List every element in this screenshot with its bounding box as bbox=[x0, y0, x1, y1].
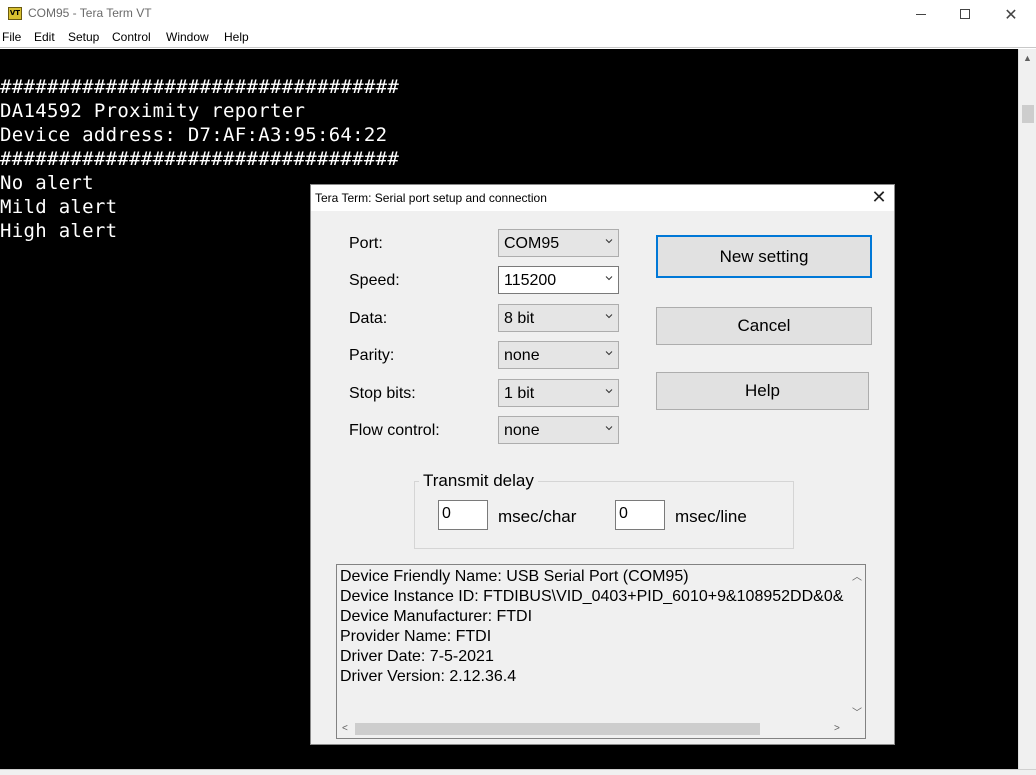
stop-bits-label: Stop bits: bbox=[349, 385, 416, 402]
window-title: COM95 - Tera Term VT bbox=[28, 6, 152, 20]
scroll-up-icon[interactable]: ︿ bbox=[852, 568, 862, 583]
info-provider: Provider Name: FTDI bbox=[340, 628, 492, 645]
data-label: Data: bbox=[349, 310, 388, 327]
info-friendly-name: Device Friendly Name: USB Serial Port (C… bbox=[340, 568, 689, 585]
chevron-down-icon bbox=[605, 351, 613, 356]
speed-label: Speed: bbox=[349, 272, 400, 289]
stop-bits-select[interactable]: 1 bit bbox=[498, 379, 619, 407]
msec-char-input[interactable]: 0 bbox=[438, 500, 488, 530]
chevron-down-icon bbox=[605, 314, 613, 319]
device-info-box[interactable]: Device Friendly Name: USB Serial Port (C… bbox=[336, 564, 866, 739]
chevron-down-icon bbox=[605, 389, 613, 394]
menu-bar: File Edit Setup Control Window Help bbox=[0, 28, 1036, 48]
msec-char-label: msec/char bbox=[498, 507, 577, 526]
speed-value: 115200 bbox=[504, 272, 557, 289]
cancel-button[interactable]: Cancel bbox=[656, 307, 872, 345]
scrollbar-thumb[interactable] bbox=[1022, 105, 1034, 123]
menu-help[interactable]: Help bbox=[224, 30, 249, 44]
menu-file[interactable]: File bbox=[2, 30, 21, 44]
scroll-left-icon[interactable]: < bbox=[342, 723, 348, 734]
info-driver-version: Driver Version: 2.12.36.4 bbox=[340, 668, 517, 685]
tera-term-window: VT COM95 - Tera Term VT ✕ File Edit Setu… bbox=[0, 0, 1036, 775]
speed-select[interactable]: 115200 bbox=[498, 266, 619, 294]
terminal-line: High alert bbox=[0, 220, 118, 242]
scroll-right-icon[interactable]: > bbox=[834, 723, 840, 734]
chevron-down-icon bbox=[605, 426, 613, 431]
maximize-button[interactable] bbox=[942, 0, 988, 28]
port-value: COM95 bbox=[504, 235, 560, 252]
info-driver-date: Driver Date: 7-5-2021 bbox=[340, 648, 494, 665]
close-icon: ✕ bbox=[1004, 4, 1018, 24]
dialog-title: Tera Term: Serial port setup and connect… bbox=[315, 191, 547, 205]
help-button[interactable]: Help bbox=[656, 372, 869, 410]
flow-control-label: Flow control: bbox=[349, 422, 440, 439]
terminal-vertical-scrollbar[interactable]: ▲ bbox=[1018, 49, 1036, 769]
data-select[interactable]: 8 bit bbox=[498, 304, 619, 332]
info-horizontal-scrollbar[interactable]: < > bbox=[337, 720, 865, 738]
close-button[interactable]: ✕ bbox=[988, 0, 1034, 28]
minimize-icon bbox=[916, 13, 926, 15]
port-label: Port: bbox=[349, 235, 383, 252]
terminal-line: ################################## bbox=[0, 148, 400, 170]
menu-setup[interactable]: Setup bbox=[68, 30, 99, 44]
scroll-down-icon[interactable]: ﹀ bbox=[852, 704, 862, 719]
menu-edit[interactable]: Edit bbox=[34, 30, 55, 44]
transmit-delay-title: Transmit delay bbox=[419, 471, 538, 491]
serial-port-setup-dialog: Tera Term: Serial port setup and connect… bbox=[310, 184, 895, 745]
stop-bits-value: 1 bit bbox=[504, 385, 535, 402]
terminal-line: No alert bbox=[0, 172, 94, 194]
new-setting-button[interactable]: New setting bbox=[656, 235, 872, 278]
title-bar: VT COM95 - Tera Term VT ✕ bbox=[0, 0, 1036, 28]
terminal-line: Mild alert bbox=[0, 196, 118, 218]
data-value: 8 bit bbox=[504, 310, 535, 327]
status-strip bbox=[0, 769, 1036, 775]
dialog-close-icon[interactable]: ✕ bbox=[866, 186, 892, 210]
info-manufacturer: Device Manufacturer: FTDI bbox=[340, 608, 533, 625]
info-instance-id: Device Instance ID: FTDIBUS\VID_0403+PID… bbox=[340, 588, 844, 605]
chevron-down-icon bbox=[605, 239, 613, 244]
info-vertical-scrollbar[interactable]: ︿ ﹀ bbox=[847, 565, 865, 720]
port-select[interactable]: COM95 bbox=[498, 229, 619, 257]
terminal-line: ################################## bbox=[0, 76, 400, 98]
dialog-title-bar: Tera Term: Serial port setup and connect… bbox=[311, 185, 894, 211]
terminal-line: Device address: D7:AF:A3:95:64:22 bbox=[0, 124, 388, 146]
terminal-line: DA14592 Proximity reporter bbox=[0, 100, 306, 122]
parity-value: none bbox=[504, 347, 540, 364]
msec-line-input[interactable]: 0 bbox=[615, 500, 665, 530]
menu-control[interactable]: Control bbox=[112, 30, 151, 44]
scroll-up-icon[interactable]: ▲ bbox=[1023, 53, 1032, 63]
flow-control-value: none bbox=[504, 422, 540, 439]
parity-select[interactable]: none bbox=[498, 341, 619, 369]
parity-label: Parity: bbox=[349, 347, 395, 364]
chevron-down-icon bbox=[605, 276, 613, 281]
msec-line-label: msec/line bbox=[675, 507, 747, 526]
menu-window[interactable]: Window bbox=[166, 30, 209, 44]
minimize-button[interactable] bbox=[898, 0, 944, 28]
horizontal-scrollbar-thumb[interactable] bbox=[355, 723, 760, 735]
tera-term-app-icon: VT bbox=[8, 7, 22, 20]
flow-control-select[interactable]: none bbox=[498, 416, 619, 444]
maximize-icon bbox=[960, 9, 970, 19]
